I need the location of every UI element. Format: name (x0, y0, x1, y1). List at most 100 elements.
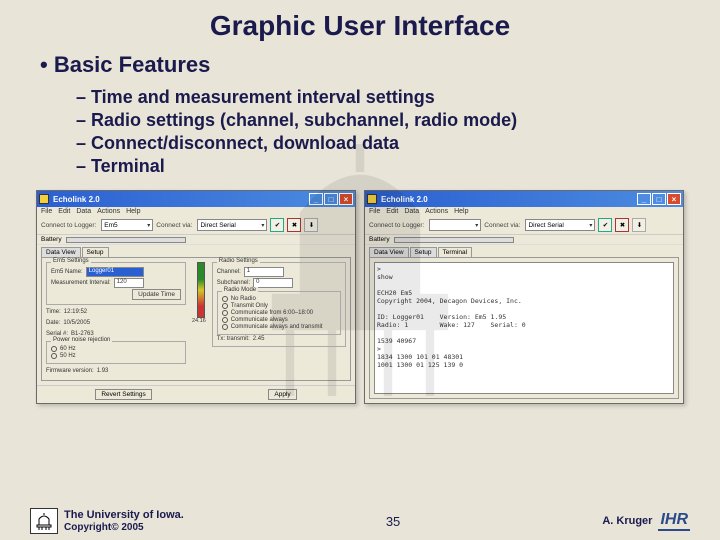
app-icon (367, 194, 377, 204)
connect-icon[interactable]: ✔ (270, 218, 284, 232)
menu-item[interactable]: Help (454, 208, 468, 215)
name-label: Em5 Name: (51, 269, 83, 275)
sub-bullet: Radio settings (channel, subchannel, rad… (76, 109, 680, 132)
tab-setup[interactable]: Setup (410, 247, 437, 257)
menu-item[interactable]: Help (126, 208, 140, 215)
close-button[interactable]: × (339, 193, 353, 205)
connect-select[interactable] (429, 219, 481, 231)
terminal-output[interactable]: > show ECH20 Em5 Copyright 2004, Decagon… (374, 262, 674, 394)
bullet-block: • Basic Features Time and measurement in… (0, 42, 720, 178)
interval-input[interactable]: 120 (114, 278, 144, 288)
connect-label: Connect to Logger: (41, 222, 96, 229)
radio-mode-opt[interactable] (222, 296, 228, 302)
footer-copyright: Copyright© 2005 (64, 522, 184, 533)
menu-item[interactable]: Edit (386, 208, 398, 215)
dome-logo-icon (30, 508, 58, 534)
footer-right: A. Kruger IHR (602, 511, 690, 531)
battery-bar (66, 237, 186, 243)
menu-item[interactable]: Data (404, 208, 419, 215)
menubar: File Edit Data Actions Help (365, 207, 683, 216)
radio-mode-opt[interactable] (222, 310, 228, 316)
ihr-logo: IHR (658, 511, 690, 531)
sub-bullet: Connect/disconnect, download data (76, 132, 680, 155)
app-window-setup: Echolink 2.0 _ □ × File Edit Data Action… (36, 190, 356, 404)
channel-input[interactable]: 1 (244, 267, 284, 277)
terminal-body: > show ECH20 Em5 Copyright 2004, Decagon… (369, 257, 679, 399)
tabs: Data View Setup Terminal (365, 245, 683, 257)
bullet-main: • Basic Features (40, 52, 680, 78)
menu-item[interactable]: File (369, 208, 380, 215)
app-window-terminal: Echolink 2.0 _ □ × File Edit Data Action… (364, 190, 684, 404)
tab-data-view[interactable]: Data View (369, 247, 409, 257)
tab-data-view[interactable]: Data View (41, 247, 81, 257)
minimize-button[interactable]: _ (637, 193, 651, 205)
apply-button[interactable]: Apply (268, 389, 296, 400)
disconnect-icon[interactable]: ✖ (615, 218, 629, 232)
radio-50hz[interactable] (51, 353, 57, 359)
tabs: Data View Setup (37, 245, 355, 257)
menu-item[interactable]: Actions (97, 208, 120, 215)
gauge-value: 24.16 (192, 318, 206, 324)
date-label: Date: (46, 320, 60, 326)
battery-bar (394, 237, 514, 243)
disconnect-icon[interactable]: ✖ (287, 218, 301, 232)
battery-row: Battery (365, 235, 683, 245)
author-name: A. Kruger (602, 515, 652, 527)
download-icon[interactable]: ⬇ (632, 218, 646, 232)
signal-gauge (197, 262, 205, 318)
menu-item[interactable]: Actions (425, 208, 448, 215)
name-input[interactable]: Logger01 (86, 267, 144, 277)
em5-settings-fieldset: Em5 Settings Em5 Name:Logger01 Measureme… (46, 262, 186, 305)
interval-label: Measurement Interval: (51, 280, 111, 286)
connect-label: Connect to Logger: (369, 222, 424, 229)
radio-mode-opt[interactable] (222, 324, 228, 330)
close-button[interactable]: × (667, 193, 681, 205)
page-number: 35 (184, 514, 603, 529)
setup-body: Em5 Settings Em5 Name:Logger01 Measureme… (41, 257, 351, 381)
connect-select[interactable]: Em5 (101, 219, 153, 231)
menubar: File Edit Data Actions Help (37, 207, 355, 216)
subchannel-input[interactable]: 0 (253, 278, 293, 288)
menu-item[interactable]: Edit (58, 208, 70, 215)
titlebar[interactable]: Echolink 2.0 _ □ × (37, 191, 355, 207)
via-select[interactable]: Direct Serial (525, 219, 595, 231)
tab-setup[interactable]: Setup (82, 247, 109, 257)
app-icon (39, 194, 49, 204)
sub-bullet: Time and measurement interval settings (76, 86, 680, 109)
via-select[interactable]: Direct Serial (197, 219, 267, 231)
via-label: Connect via: (156, 222, 192, 229)
radio-mode-opt[interactable] (222, 303, 228, 309)
tab-terminal[interactable]: Terminal (438, 247, 473, 257)
toolbar: Connect to Logger: Em5 Connect via: Dire… (37, 216, 355, 235)
maximize-button[interactable]: □ (324, 193, 338, 205)
sub-bullet: Terminal (76, 155, 680, 178)
update-time-button[interactable]: Update Time (132, 289, 181, 300)
menu-item[interactable]: File (41, 208, 52, 215)
slide-title: Graphic User Interface (0, 0, 720, 42)
battery-label: Battery (369, 236, 390, 243)
power-noise-fieldset: Power noise rejection 60 Hz 50 Hz (46, 341, 186, 364)
menu-item[interactable]: Data (76, 208, 91, 215)
revert-button[interactable]: Revert Settings (95, 389, 151, 400)
titlebar[interactable]: Echolink 2.0 _ □ × (365, 191, 683, 207)
window-title: Echolink 2.0 (381, 195, 428, 204)
footer-university: The University of Iowa. (64, 509, 184, 521)
footer-left: The University of Iowa. Copyright© 2005 (30, 508, 184, 534)
connect-icon[interactable]: ✔ (598, 218, 612, 232)
via-label: Connect via: (484, 222, 520, 229)
battery-label: Battery (41, 236, 62, 243)
fw-label: Firmware version: (46, 368, 94, 374)
slide-footer: The University of Iowa. Copyright© 2005 … (0, 504, 720, 540)
sub-bullet-list: Time and measurement interval settings R… (40, 78, 680, 178)
time-label: Time: (46, 309, 61, 315)
download-icon[interactable]: ⬇ (304, 218, 318, 232)
radio-60hz[interactable] (51, 346, 57, 352)
toolbar: Connect to Logger: Connect via: Direct S… (365, 216, 683, 235)
window-title: Echolink 2.0 (53, 195, 100, 204)
battery-row: Battery (37, 235, 355, 245)
radio-mode-fieldset: Radio Mode No Radio Transmit Only Commun… (217, 291, 341, 335)
radio-settings-fieldset: Radio Settings Channel:1 Subchannel:0 Ra… (212, 262, 346, 347)
radio-mode-opt[interactable] (222, 317, 228, 323)
minimize-button[interactable]: _ (309, 193, 323, 205)
maximize-button[interactable]: □ (652, 193, 666, 205)
